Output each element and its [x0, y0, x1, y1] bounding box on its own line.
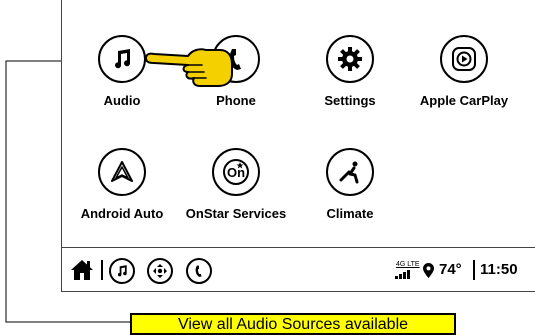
music-note-icon — [109, 258, 135, 284]
app-apple-carplay[interactable]: Apple CarPlay — [404, 35, 524, 108]
app-label: Settings — [324, 93, 376, 108]
onstar-icon: On — [212, 148, 260, 196]
app-android-auto[interactable]: Android Auto — [62, 148, 182, 221]
pointing-hand-icon — [145, 48, 233, 87]
carplay-icon — [440, 35, 488, 83]
callout-label: View all Audio Sources available — [130, 313, 456, 335]
signal-bars-icon — [395, 270, 410, 279]
shortcut-navigation-button[interactable] — [147, 258, 173, 284]
location-pin-icon — [423, 263, 434, 278]
app-label: Audio — [103, 93, 141, 108]
bottom-bar: 4G LTE 74° 11:50 — [62, 247, 535, 292]
app-label: Climate — [326, 206, 374, 221]
separator — [101, 260, 103, 280]
separator — [473, 260, 475, 280]
android-auto-icon — [98, 148, 146, 196]
home-icon[interactable] — [70, 259, 94, 281]
infotainment-screen: Audio Phone Settings Apple CarPlay Andro… — [61, 0, 535, 292]
temperature-readout: 74° — [439, 261, 462, 278]
gear-icon — [326, 35, 374, 83]
app-label: Apple CarPlay — [419, 93, 509, 108]
app-climate[interactable]: Climate — [290, 148, 410, 221]
app-label: Android Auto — [80, 206, 164, 221]
app-label: OnStar Services — [185, 206, 287, 221]
svg-text:On: On — [227, 165, 245, 180]
phone-icon — [186, 258, 212, 284]
shortcut-phone-button[interactable] — [186, 258, 212, 284]
app-settings[interactable]: Settings — [290, 35, 410, 108]
dpad-icon — [147, 258, 173, 284]
network-indicator: 4G LTE — [396, 261, 420, 268]
app-label: Phone — [216, 93, 256, 108]
clock: 11:50 — [480, 261, 518, 278]
seat-heat-icon — [326, 148, 374, 196]
app-onstar-services[interactable]: On OnStar Services — [176, 148, 296, 221]
shortcut-audio-button[interactable] — [109, 258, 135, 284]
music-note-icon — [98, 35, 146, 83]
